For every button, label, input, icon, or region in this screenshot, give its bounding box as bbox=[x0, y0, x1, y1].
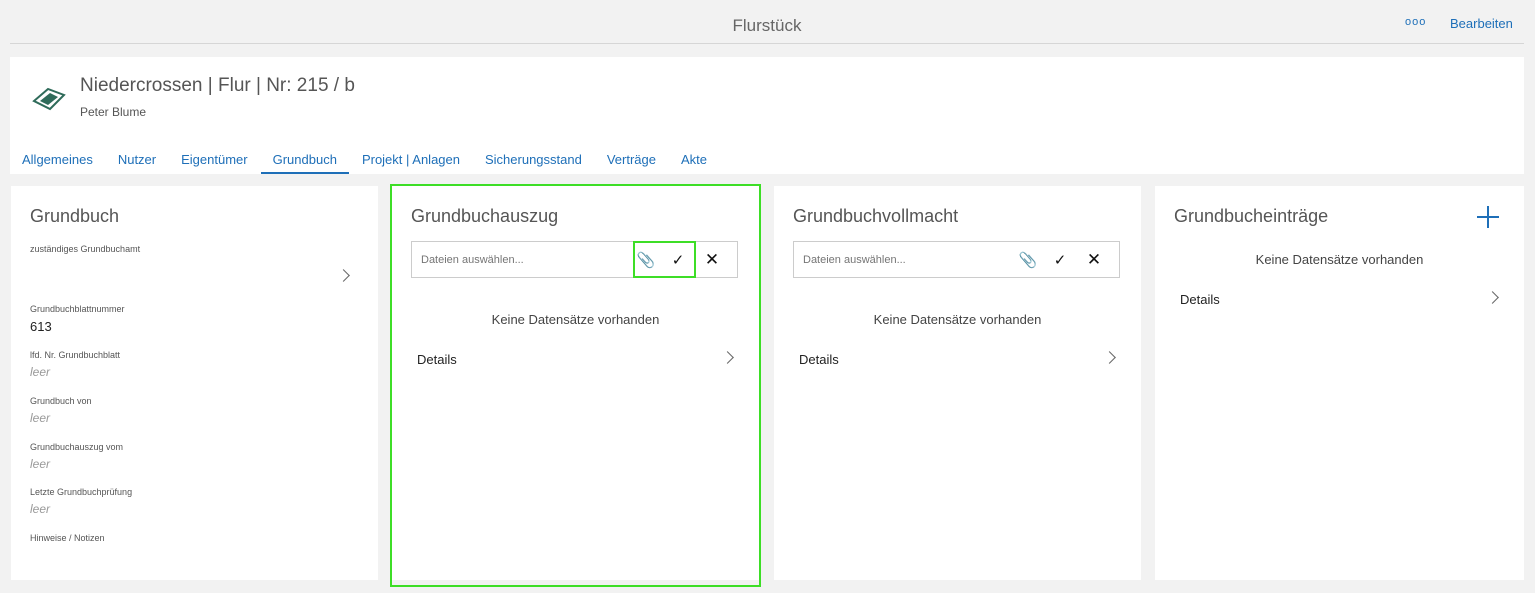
close-icon[interactable]: ✕ bbox=[1077, 242, 1111, 277]
field-value-letzte-pruefung: leer bbox=[30, 502, 51, 516]
field-label-auszug-vom: Grundbuchauszug vom bbox=[30, 442, 124, 452]
grundbuchauszug-panel: Grundbuchauszug 📎 ✓ ✕ Keine Datensätze v… bbox=[392, 186, 759, 580]
field-value-grundbuch-von: leer bbox=[30, 411, 51, 425]
chevron-right-icon[interactable] bbox=[337, 269, 350, 282]
file-select-input[interactable] bbox=[421, 254, 621, 266]
grundbucheintraege-panel: Grundbucheinträge Keine Datensätze vorha… bbox=[1155, 186, 1524, 580]
field-label-grundbuch-von: Grundbuch von bbox=[30, 396, 92, 406]
panel-title: Grundbuchvollmacht bbox=[793, 206, 959, 226]
field-value-blattnummer: 613 bbox=[30, 319, 52, 334]
tab-eigentuemer[interactable]: Eigentümer bbox=[169, 146, 259, 174]
tab-akte[interactable]: Akte bbox=[669, 146, 719, 174]
tab-nutzer[interactable]: Nutzer bbox=[106, 146, 168, 174]
parcel-logo-icon bbox=[32, 87, 66, 111]
field-value-auszug-vom: leer bbox=[30, 457, 51, 471]
tab-grundbuch[interactable]: Grundbuch bbox=[260, 146, 349, 174]
field-value-lfd-nr: leer bbox=[30, 365, 51, 379]
page-title: Flurstück bbox=[732, 16, 802, 35]
close-icon[interactable]: ✕ bbox=[695, 242, 729, 277]
details-link[interactable]: Details bbox=[1180, 292, 1220, 307]
paperclip-icon[interactable]: 📎 bbox=[1011, 242, 1045, 277]
chevron-right-icon[interactable] bbox=[721, 351, 734, 364]
details-link[interactable]: Details bbox=[417, 352, 457, 367]
field-label-blattnummer: Grundbuchblattnummer bbox=[30, 304, 125, 314]
record-header: Niedercrossen | Flur | Nr: 215 / b Peter… bbox=[10, 57, 1524, 174]
tab-projekt-anlagen[interactable]: Projekt | Anlagen bbox=[350, 146, 472, 174]
details-link[interactable]: Details bbox=[799, 352, 839, 367]
panel-title: Grundbucheinträge bbox=[1174, 206, 1329, 226]
panel-title: Grundbuchauszug bbox=[411, 206, 559, 226]
field-label-grundbuchamt: zuständiges Grundbuchamt bbox=[30, 244, 141, 254]
top-bar: Flurstück ooo Bearbeiten bbox=[10, 0, 1524, 44]
panel-title: Grundbuch bbox=[30, 206, 120, 226]
tab-vertraege[interactable]: Verträge bbox=[595, 146, 668, 174]
record-title: Niedercrossen | Flur | Nr: 215 / b bbox=[80, 75, 355, 96]
tab-allgemeines[interactable]: Allgemeines bbox=[10, 146, 105, 174]
grundbuchvollmacht-panel: Grundbuchvollmacht 📎 ✓ ✕ Keine Datensätz… bbox=[774, 186, 1141, 580]
empty-message: Keine Datensätze vorhanden bbox=[491, 312, 660, 327]
check-icon[interactable]: ✓ bbox=[1043, 242, 1077, 277]
empty-message: Keine Datensätze vorhanden bbox=[873, 312, 1042, 327]
paperclip-icon[interactable]: 📎 bbox=[629, 242, 663, 277]
empty-message: Keine Datensätze vorhanden bbox=[1255, 252, 1424, 267]
file-upload-box: 📎 ✓ ✕ bbox=[411, 241, 738, 278]
chevron-right-icon[interactable] bbox=[1486, 291, 1499, 304]
plus-icon[interactable] bbox=[1477, 206, 1499, 228]
field-label-hinweise: Hinweise / Notizen bbox=[30, 533, 105, 543]
record-subtitle: Peter Blume bbox=[80, 105, 147, 119]
check-icon[interactable]: ✓ bbox=[661, 242, 695, 277]
grundbuch-panel: Grundbuch zuständiges Grundbuchamt Grund… bbox=[11, 186, 378, 580]
file-upload-box: 📎 ✓ ✕ bbox=[793, 241, 1120, 278]
field-label-lfd-nr: lfd. Nr. Grundbuchblatt bbox=[30, 350, 121, 360]
file-select-input[interactable] bbox=[803, 254, 1003, 266]
field-label-letzte-pruefung: Letzte Grundbuchprüfung bbox=[30, 487, 133, 497]
more-icon[interactable]: ooo bbox=[1405, 16, 1426, 28]
tab-sicherungsstand[interactable]: Sicherungsstand bbox=[473, 146, 594, 174]
tab-bar: Allgemeines Nutzer Eigentümer Grundbuch … bbox=[10, 146, 720, 174]
edit-button[interactable]: Bearbeiten bbox=[1450, 16, 1513, 31]
chevron-right-icon[interactable] bbox=[1103, 351, 1116, 364]
